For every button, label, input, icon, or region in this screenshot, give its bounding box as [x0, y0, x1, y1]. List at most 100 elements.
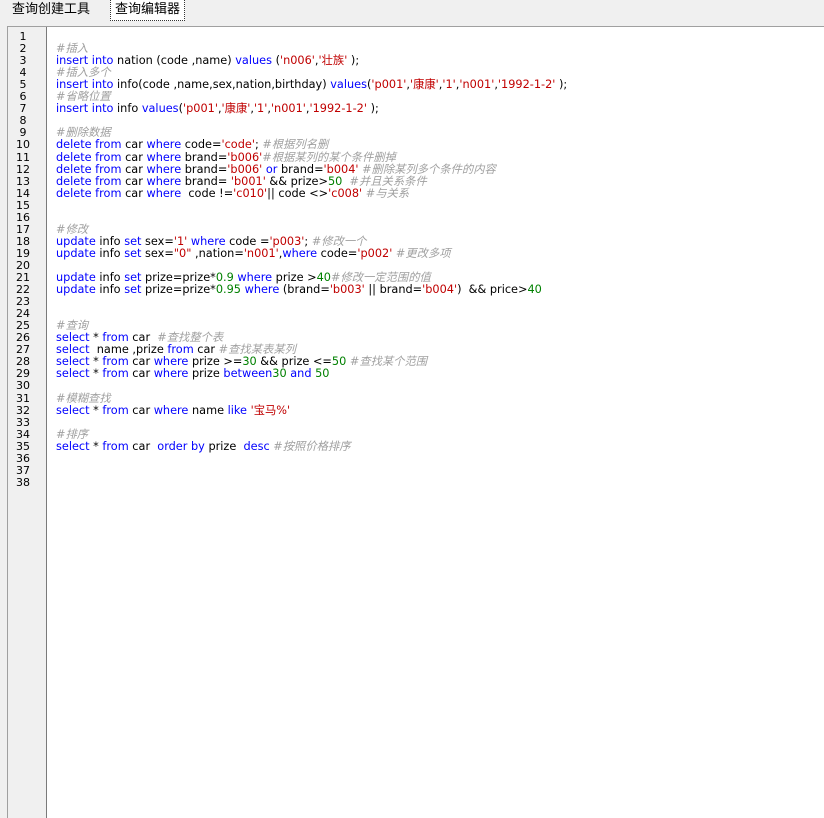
code-token: #删除数据	[56, 126, 111, 140]
code-token: brand=	[277, 162, 324, 176]
code-token: 'b004'	[422, 283, 458, 297]
code-token: prize=prize*	[141, 283, 216, 297]
code-token: car	[121, 150, 147, 164]
code-token: brand=	[181, 162, 228, 176]
line-number: 33	[16, 415, 30, 429]
code-token: update	[56, 234, 96, 248]
code-token: brand=	[181, 150, 228, 164]
code-token: 50	[315, 367, 330, 381]
code-token: 'b003'	[329, 283, 365, 297]
code-token: 'n001'	[270, 102, 306, 116]
code-token: where	[146, 162, 182, 176]
code-token: 'b006'	[227, 162, 263, 176]
line-number: 17	[16, 222, 30, 236]
code-token: #修改	[56, 222, 89, 236]
line-number: 12	[16, 162, 30, 176]
code-token: 0.9	[215, 271, 234, 284]
code-token: && prize <=	[256, 355, 332, 369]
code-token: *	[89, 355, 103, 369]
code-token: '1992-1-2'	[309, 102, 367, 116]
code-token: 'b006'	[227, 150, 263, 164]
code-token: #查找某表某列	[218, 343, 296, 357]
sql-editor[interactable]: 1 2 3 4 5 6 7 8 9 10 11 12 13 14 15 16 17 18 19 20 21 22 23 24 2…	[7, 26, 824, 818]
code-token: ;	[304, 234, 312, 248]
code-token: delete from	[56, 138, 122, 152]
code-token: 'p002'	[357, 246, 393, 260]
code-token: #根据列名删	[262, 138, 329, 152]
code-token: );	[555, 78, 568, 92]
code-token: order by	[157, 439, 205, 453]
code-token: 50	[331, 355, 347, 369]
code-line[interactable]: insert into info(code ,name,sex,nation,b…	[56, 79, 567, 91]
code-line[interactable]: select * from car where prize between30 …	[56, 368, 329, 380]
code-token: select	[56, 343, 90, 357]
code-token: 40	[527, 283, 542, 297]
line-number: 31	[16, 391, 30, 405]
code-token: 50	[327, 174, 343, 188]
tab-query-editor[interactable]: 查询编辑器	[110, 0, 186, 21]
code-token: from	[102, 439, 129, 453]
code-token: #并且关系条件	[349, 174, 427, 188]
code-token: or	[265, 162, 278, 176]
code-token: 40	[316, 271, 331, 284]
code-token: where	[153, 403, 189, 417]
code-token: #查询	[56, 319, 89, 333]
code-token: *	[89, 403, 103, 417]
tab-query-builder[interactable]: 查询创建工具	[9, 0, 93, 20]
code-token: where	[190, 234, 226, 248]
code-token: delete from	[56, 174, 122, 188]
code-token: && prize>	[265, 174, 328, 188]
code-token: insert into	[56, 78, 114, 92]
code-token: '康康'	[221, 102, 251, 116]
code-token: car	[121, 186, 147, 200]
line-number: 32	[16, 403, 30, 417]
code-line[interactable]: insert into info values('p001','康康','1',…	[56, 103, 379, 115]
code-token: info(code ,name,sex,nation,birthday)	[113, 78, 331, 92]
code-token: *	[89, 439, 103, 453]
code-token: where	[237, 271, 273, 284]
code-line[interactable]: update info set sex="0" ,nation='n001',w…	[56, 246, 451, 260]
code-token: insert into	[56, 102, 114, 116]
code-token: sex=	[141, 234, 174, 248]
code-line[interactable]: update info set prize=prize*0.95 where (…	[56, 284, 542, 296]
code-token: update	[56, 271, 96, 284]
code-token: '1992-1-2'	[497, 78, 556, 92]
code-token: select	[56, 355, 90, 369]
code-line[interactable]: select * from car where name like '宝马%'	[56, 403, 291, 417]
line-number: 13	[16, 174, 30, 188]
code-token: delete from	[56, 186, 122, 200]
code-token: select	[56, 367, 90, 381]
code-line[interactable]: delete from car where code !='c010'|| co…	[56, 186, 409, 200]
code-token: code =	[225, 234, 270, 248]
code-token: #查找整个表	[157, 331, 224, 345]
code-token: where	[146, 174, 182, 188]
code-token: update	[56, 283, 96, 297]
code-token: where	[244, 283, 280, 297]
code-token: update	[56, 246, 96, 260]
code-token: #更改多项	[395, 246, 451, 260]
code-token: from	[102, 403, 129, 417]
line-number: 35	[16, 439, 30, 453]
code-token: prize >=	[188, 355, 243, 369]
code-token: 'c008'	[328, 186, 363, 200]
code-token: 'b004'	[323, 162, 359, 176]
code-token: car	[128, 355, 154, 369]
code-token: '康康'	[409, 78, 439, 92]
line-number: 37	[16, 463, 30, 477]
code-line[interactable]: select * from car order by prize desc #按…	[56, 439, 351, 453]
code-token: 'code'	[221, 138, 255, 152]
code-token: 'n001'	[459, 78, 495, 92]
code-token: prize	[188, 367, 224, 381]
code-token: car	[121, 162, 147, 176]
code-token: car	[128, 439, 158, 453]
code-token: '宝马%'	[250, 403, 291, 417]
code-token: where	[153, 367, 189, 381]
code-token: select	[56, 403, 90, 417]
code-token: insert into	[56, 54, 114, 68]
code-token: code=	[317, 246, 358, 260]
code-token: from	[102, 355, 129, 369]
code-token: where	[146, 150, 182, 164]
code-token: set	[124, 283, 142, 297]
code-token: values	[235, 54, 272, 68]
code-token: from	[102, 367, 129, 381]
